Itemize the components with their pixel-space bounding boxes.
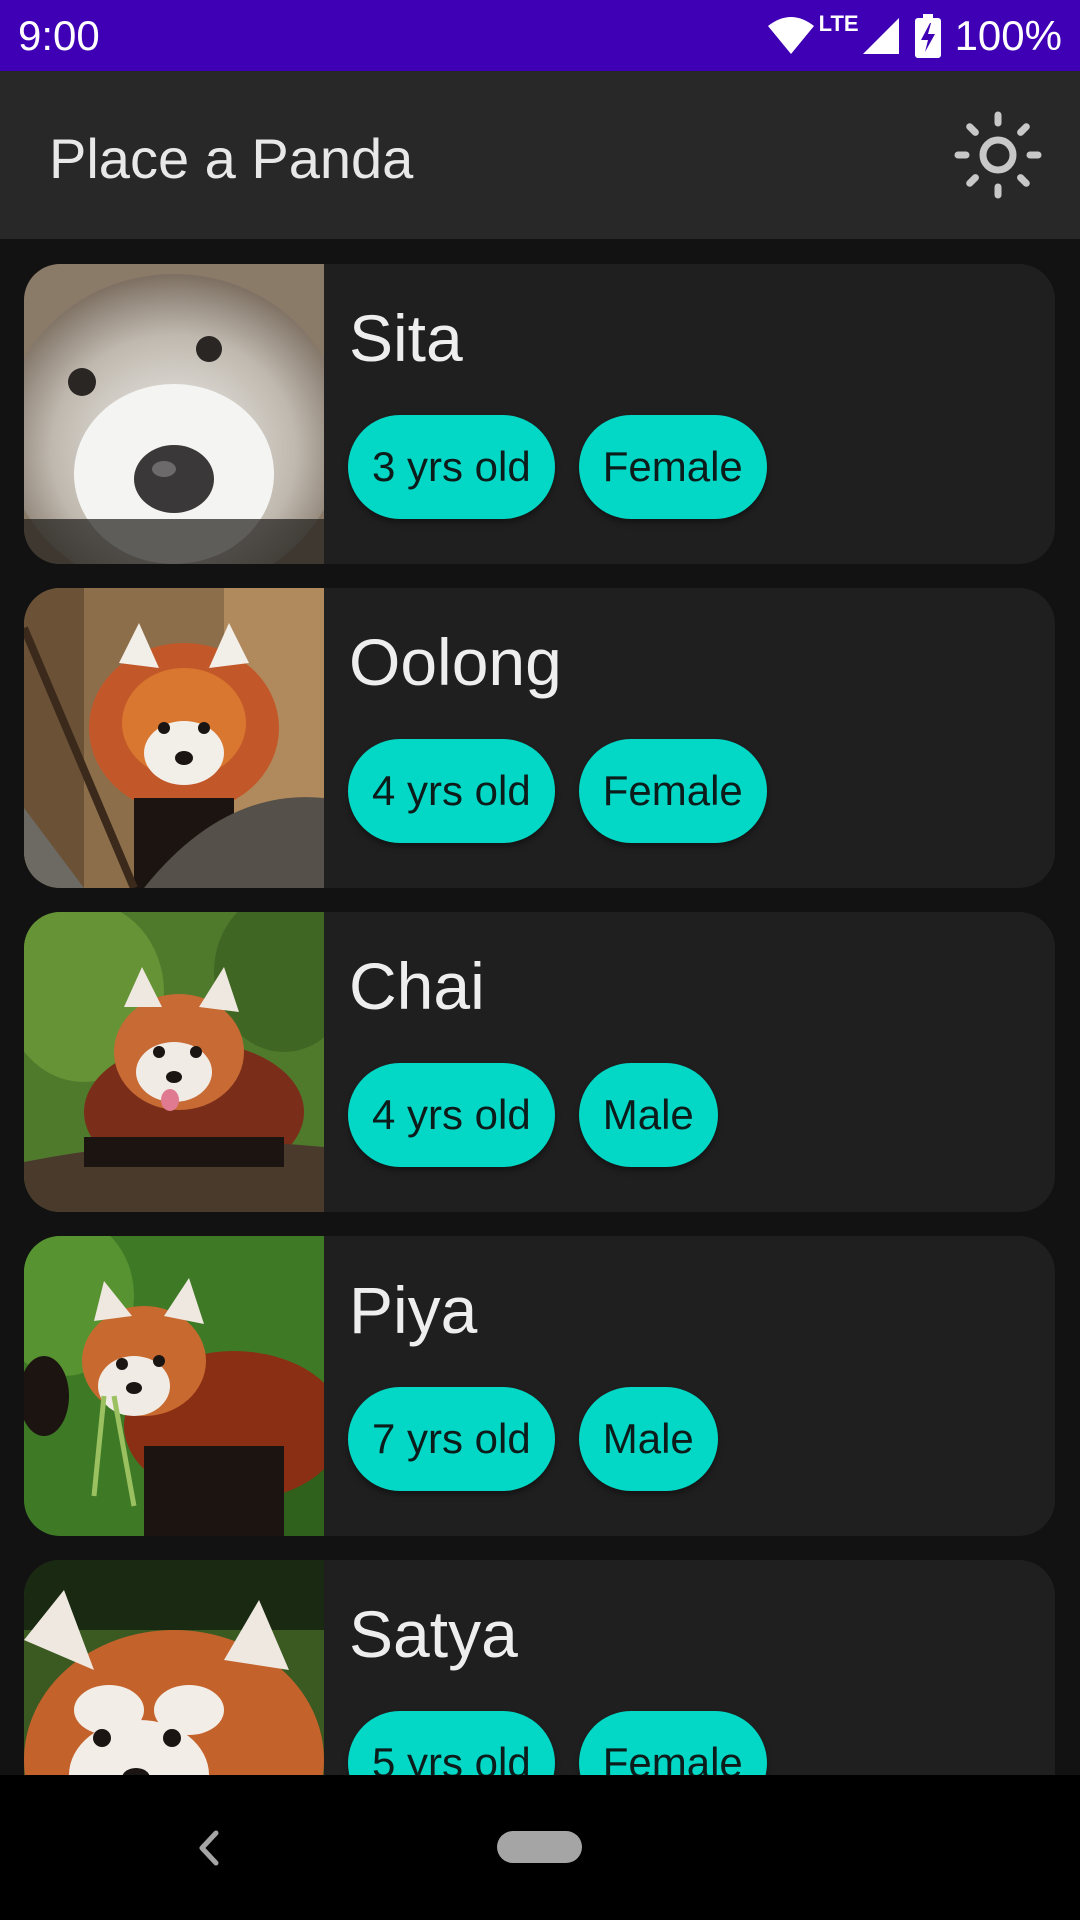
panda-card[interactable]: Piya 7 yrs old Male: [24, 1236, 1055, 1536]
screen: 9:00 LTE 100% Place a Panda Sita 3 yrs o…: [0, 0, 1080, 1920]
app-bar: Place a Panda: [0, 71, 1080, 239]
panda-photo: [24, 588, 324, 888]
age-chip[interactable]: 3 yrs old: [348, 415, 555, 519]
panda-tags: 4 yrs old Male: [348, 1063, 742, 1167]
battery-charging-icon: [914, 14, 941, 58]
age-chip[interactable]: 7 yrs old: [348, 1387, 555, 1491]
panda-list[interactable]: Sita 3 yrs old Female Oolong 4 yrs old F…: [0, 239, 1080, 1775]
panda-card[interactable]: Sita 3 yrs old Female: [24, 264, 1055, 564]
gender-chip[interactable]: Female: [578, 1711, 767, 1775]
status-bar: 9:00 LTE 100%: [0, 0, 1080, 71]
panda-tags: 3 yrs old Female: [348, 415, 791, 519]
panda-card[interactable]: Satya 5 yrs old Female: [24, 1560, 1055, 1775]
panda-name: Oolong: [349, 625, 562, 699]
back-button[interactable]: [188, 1825, 228, 1871]
status-time: 9:00: [18, 12, 100, 59]
theme-toggle-button[interactable]: [952, 109, 1044, 201]
signal-icon: [861, 16, 901, 56]
panda-tags: 7 yrs old Male: [348, 1387, 742, 1491]
gender-chip[interactable]: Female: [578, 739, 767, 843]
gender-chip[interactable]: Male: [578, 1387, 718, 1491]
age-chip[interactable]: 5 yrs old: [348, 1711, 555, 1775]
panda-tags: 4 yrs old Female: [348, 739, 791, 843]
panda-photo: [24, 1560, 324, 1775]
home-button[interactable]: [497, 1831, 582, 1863]
panda-photo: [24, 912, 324, 1212]
app-title: Place a Panda: [49, 127, 414, 190]
age-chip[interactable]: 4 yrs old: [348, 739, 555, 843]
panda-card[interactable]: Oolong 4 yrs old Female: [24, 588, 1055, 888]
navigation-bar: [0, 1775, 1080, 1920]
panda-photo: [24, 264, 324, 564]
panda-name: Piya: [349, 1273, 478, 1347]
panda-name: Satya: [349, 1597, 518, 1671]
gender-chip[interactable]: Male: [578, 1063, 718, 1167]
wifi-icon: [767, 16, 815, 56]
sun-icon: [954, 111, 1042, 199]
network-type-label: LTE: [818, 11, 859, 36]
age-chip[interactable]: 4 yrs old: [348, 1063, 555, 1167]
panda-card[interactable]: Chai 4 yrs old Male: [24, 912, 1055, 1212]
status-icons: LTE 100%: [767, 11, 1062, 60]
gender-chip[interactable]: Female: [578, 415, 767, 519]
panda-name: Chai: [349, 949, 485, 1023]
panda-photo: [24, 1236, 324, 1536]
battery-percent: 100%: [954, 12, 1062, 59]
panda-tags: 5 yrs old Female: [348, 1711, 791, 1775]
panda-name: Sita: [349, 301, 463, 375]
back-icon: [199, 1830, 219, 1866]
